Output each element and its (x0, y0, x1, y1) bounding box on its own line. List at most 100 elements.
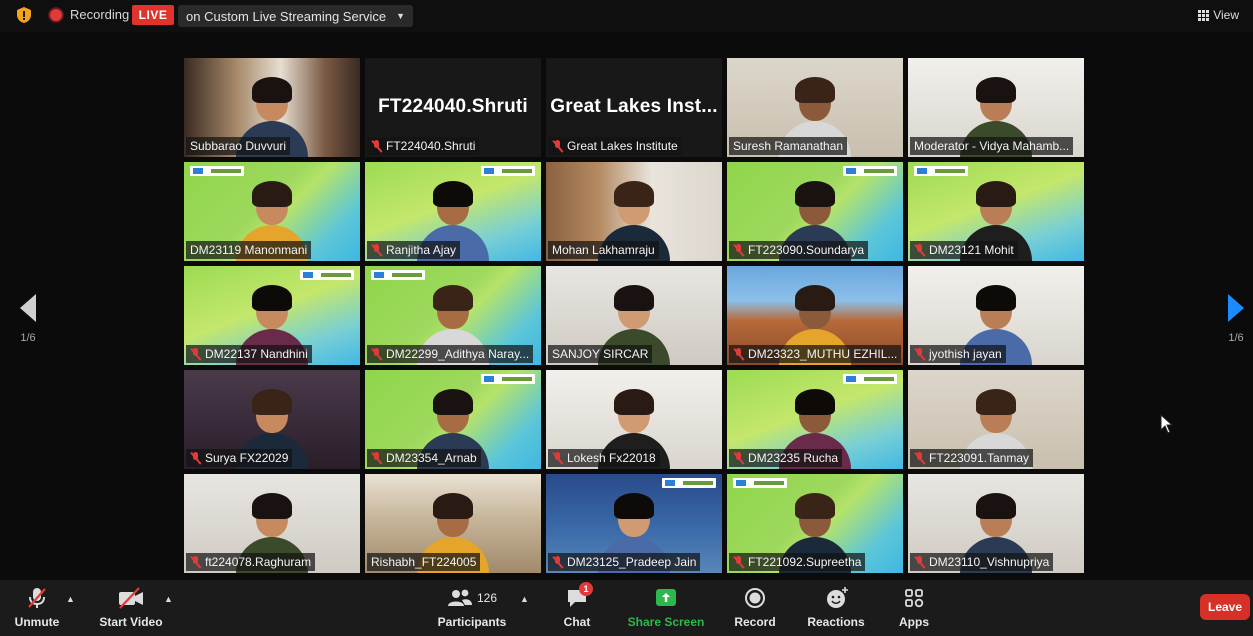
participant-video-tile[interactable]: Great Lakes Inst... Great Lakes Institute (546, 58, 722, 157)
live-stream-dropdown[interactable]: on Custom Live Streaming Service ▼ (178, 5, 414, 27)
share-screen-button[interactable]: Share Screen (626, 586, 706, 629)
participant-name: Great Lakes Institute (567, 139, 678, 153)
participant-name: ft224078.Raghuram (205, 555, 312, 569)
arrow-right-icon (1228, 294, 1244, 322)
reactions-label: Reactions (807, 615, 865, 629)
participant-video-tile[interactable]: Rishabh_FT224005 (365, 474, 541, 573)
participant-video-tile[interactable]: SANJOY SIRCAR (546, 266, 722, 365)
view-button[interactable]: View (1198, 8, 1239, 22)
participant-name: DM23121 Mohit (929, 243, 1014, 257)
audio-options-chevron-icon[interactable]: ▲ (66, 594, 75, 604)
participant-video-tile[interactable]: Surya FX22029 (184, 370, 360, 469)
leave-button[interactable]: Leave (1200, 594, 1250, 620)
participant-name-label: DM23125_Pradeep Jain (548, 553, 701, 571)
participant-name-placeholder: FT224040.Shruti (378, 96, 528, 117)
microphone-muted-icon (914, 347, 925, 361)
arrow-left-icon (20, 294, 36, 322)
participants-options-chevron-icon[interactable]: ▲ (520, 594, 529, 604)
participants-label: Participants (437, 615, 507, 629)
next-page-button[interactable]: 1/6 (1216, 294, 1253, 344)
participant-video-tile[interactable]: Ranjitha Ajay (365, 162, 541, 261)
previous-page-button[interactable]: 1/6 (8, 294, 48, 344)
microphone-muted-icon (733, 347, 744, 361)
participant-video-tile[interactable]: DM23121 Mohit (908, 162, 1084, 261)
apps-icon (905, 589, 924, 608)
live-badge: LIVE (132, 5, 174, 25)
microphone-muted-icon (733, 451, 744, 465)
microphone-muted-icon (914, 243, 925, 257)
participant-video-tile[interactable]: DM22299_Adithya Naray... (365, 266, 541, 365)
institute-logo (843, 374, 897, 384)
participant-video-tile[interactable]: FT221092.Supreetha (727, 474, 903, 573)
participant-name-label: Lokesh Fx22018 (548, 449, 660, 467)
participant-video-tile[interactable]: DM23323_MUTHU EZHIL... (727, 266, 903, 365)
participant-name: DM23354_Arnab (386, 451, 477, 465)
institute-logo (300, 270, 354, 280)
microphone-muted-icon (28, 588, 46, 608)
microphone-muted-icon (371, 347, 382, 361)
participant-video-tile[interactable]: DM22137 Nandhini (184, 266, 360, 365)
microphone-muted-icon (190, 555, 201, 569)
participant-name-label: DM23110_Vishnupriya (910, 553, 1054, 571)
participant-video-tile[interactable]: DM23110_Vishnupriya (908, 474, 1084, 573)
participant-video-tile[interactable]: FT223091.Tanmay (908, 370, 1084, 469)
share-screen-icon (656, 589, 676, 606)
microphone-muted-icon (371, 139, 382, 153)
participant-video-tile[interactable]: Lokesh Fx22018 (546, 370, 722, 469)
participant-name: DM23323_MUTHU EZHIL... (748, 347, 898, 361)
participant-video-tile[interactable]: DM23125_Pradeep Jain (546, 474, 722, 573)
page-indicator-left: 1/6 (20, 332, 36, 344)
unmute-label: Unmute (14, 615, 60, 629)
microphone-muted-icon (552, 451, 563, 465)
record-button[interactable]: Record (730, 586, 780, 629)
participant-name-label: Mohan Lakhamraju (548, 241, 659, 259)
participants-count: 126 (476, 591, 498, 605)
participant-name: FT223091.Tanmay (929, 451, 1030, 465)
participant-video-tile[interactable]: FT223090.Soundarya (727, 162, 903, 261)
apps-label: Apps (899, 615, 929, 629)
participant-name-label: DM23323_MUTHU EZHIL... (729, 345, 901, 363)
participant-video-tile[interactable]: Moderator - Vidya Mahamb... (908, 58, 1084, 157)
participants-button[interactable]: 126 Participants (434, 586, 510, 629)
video-gallery-grid: Subbarao Duvvuri FT224040.Shruti FT224040.… (184, 58, 1084, 574)
chat-button[interactable]: 1 Chat (556, 582, 598, 629)
stream-service-label: on Custom Live Streaming Service (186, 8, 387, 24)
reactions-button[interactable]: Reactions (804, 586, 868, 629)
microphone-muted-icon (190, 347, 201, 361)
participants-icon (447, 589, 472, 606)
microphone-muted-icon (371, 243, 382, 257)
unmute-button[interactable]: Unmute (12, 586, 62, 629)
participant-name-label: Moderator - Vidya Mahamb... (910, 137, 1074, 155)
participant-name-label: FT223091.Tanmay (910, 449, 1034, 467)
participant-video-tile[interactable]: Mohan Lakhamraju (546, 162, 722, 261)
participant-name-label: Ranjitha Ajay (367, 241, 461, 259)
institute-logo (481, 166, 535, 176)
participant-video-tile[interactable]: jyothish jayan (908, 266, 1084, 365)
participant-name-label: Rishabh_FT224005 (367, 553, 481, 571)
recording-label[interactable]: Recording (70, 7, 129, 22)
security-shield-icon[interactable] (16, 6, 32, 24)
participant-video-tile[interactable]: DM23119 Manonmani (184, 162, 360, 261)
participant-video-tile[interactable]: Subbarao Duvvuri (184, 58, 360, 157)
share-screen-label: Share Screen (627, 615, 705, 629)
participant-video-tile[interactable]: DM23354_Arnab (365, 370, 541, 469)
participant-video-tile[interactable]: DM23235 Rucha (727, 370, 903, 469)
participant-video-tile[interactable]: FT224040.Shruti FT224040.Shruti (365, 58, 541, 157)
participant-video-tile[interactable]: Suresh Ramanathan (727, 58, 903, 157)
participant-name: Lokesh Fx22018 (567, 451, 656, 465)
video-options-chevron-icon[interactable]: ▲ (164, 594, 173, 604)
start-video-button[interactable]: Start Video (96, 586, 166, 629)
participant-name: DM22137 Nandhini (205, 347, 308, 361)
institute-logo (662, 478, 716, 488)
participant-video-tile[interactable]: ft224078.Raghuram (184, 474, 360, 573)
participant-name: Suresh Ramanathan (733, 139, 844, 153)
smiley-plus-icon (827, 587, 848, 608)
participant-name: Subbarao Duvvuri (190, 139, 287, 153)
grid-view-icon (1198, 9, 1210, 21)
participant-name: DM23125_Pradeep Jain (567, 555, 697, 569)
participant-name-label: Surya FX22029 (186, 449, 293, 467)
institute-logo (481, 374, 535, 384)
participant-name-label: ft224078.Raghuram (186, 553, 316, 571)
apps-button[interactable]: Apps (894, 586, 934, 629)
microphone-muted-icon (552, 139, 563, 153)
